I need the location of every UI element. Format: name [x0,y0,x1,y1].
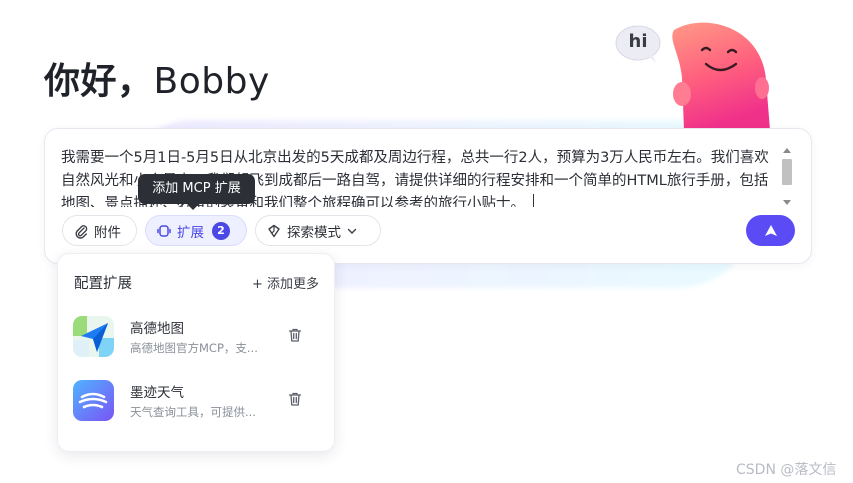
paperclip-icon [75,224,88,239]
scroll-thumb[interactable] [782,159,792,185]
extension-plug-icon [157,224,171,237]
prompt-scrollbar[interactable] [780,145,794,207]
compass-icon [268,224,280,237]
extension-label: 扩展 [177,224,204,241]
delete-trash-icon[interactable] [287,327,303,343]
text-caret [533,194,534,207]
extension-item-moji-weather[interactable]: 墨迹天气 天气查询工具，可提供... [73,380,323,422]
extension-tooltip: 添加 MCP 扩展 [138,174,255,210]
extension-count-badge: 2 [212,221,230,240]
extension-item-amap[interactable]: 高德地图 高德地图官方MCP，支... [73,316,323,358]
search-mode-dropdown[interactable]: 探索模式 [255,215,381,246]
mascot-speech-text: hi [628,31,648,52]
extension-config-panel: 配置扩展 + 添加更多 高德地图 高德地图官方MCP，支... 墨迹天气 天气查… [57,253,335,452]
attach-label: 附件 [94,224,121,241]
delete-trash-icon[interactable] [287,391,303,407]
attach-button[interactable]: 附件 [62,215,137,246]
page-greeting: 你好，Bobby [44,52,270,104]
panel-title: 配置扩展 [74,276,132,292]
extension-title: 墨迹天气 [130,385,184,401]
extension-desc: 高德地图官方MCP，支... [130,341,258,355]
extension-button[interactable]: 扩展 2 [145,215,247,246]
scroll-down-arrow-icon[interactable] [783,200,791,205]
greeting-user-name: Bobby [153,61,270,102]
moji-weather-logo-icon [73,380,114,421]
greeting-hello: 你好， [44,61,154,102]
add-more-link[interactable]: + 添加更多 [252,273,319,292]
send-button[interactable] [746,215,795,246]
send-arrow-icon [764,224,777,236]
search-mode-label: 探索模式 [287,224,341,241]
extension-title: 高德地图 [130,321,184,337]
csdn-watermark: CSDN @落文信 [736,462,837,478]
scroll-up-arrow-icon[interactable] [783,148,791,153]
amap-logo-icon [73,316,114,357]
extension-desc: 天气查询工具，可提供... [130,405,256,419]
chevron-down-icon [347,228,357,234]
